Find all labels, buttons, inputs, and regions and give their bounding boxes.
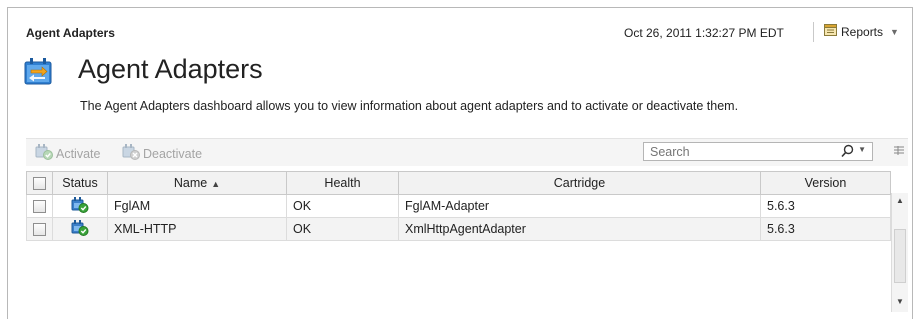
search-box[interactable]: ▼: [643, 142, 873, 161]
version-cell: 5.6.3: [760, 217, 891, 241]
column-header-status[interactable]: Status: [52, 171, 108, 195]
column-header-cartridge[interactable]: Cartridge: [398, 171, 761, 195]
status-cell: [52, 217, 108, 241]
row-select-cell[interactable]: [26, 217, 53, 241]
version-cell: 5.6.3: [760, 194, 891, 218]
name-cell: XML-HTTP: [107, 217, 287, 241]
search-options-chevron-icon[interactable]: ▼: [858, 145, 866, 154]
row-checkbox[interactable]: [33, 223, 46, 237]
breadcrumb[interactable]: Agent Adapters: [26, 26, 115, 40]
table-row[interactable]: XML-HTTP OK XmlHttpAgentAdapter 5.6.3: [26, 217, 891, 241]
column-header-version[interactable]: Version: [760, 171, 891, 195]
activate-label: Activate: [56, 146, 101, 161]
cartridge-cell: FglAM-Adapter: [398, 194, 761, 218]
select-all-header[interactable]: [26, 171, 53, 195]
select-all-checkbox[interactable]: [33, 177, 46, 191]
health-cell: OK: [286, 217, 399, 241]
table-header-row: Status Name ▲ Health Cartridge Version: [26, 171, 891, 195]
timestamp: Oct 26, 2011 1:32:27 PM EDT: [624, 26, 784, 40]
reports-icon: [824, 24, 837, 39]
header-divider: [813, 22, 814, 42]
reports-label: Reports: [841, 24, 884, 39]
grid-vertical-scrollbar[interactable]: ▲ ▼: [891, 193, 908, 312]
active-adapter-icon: [71, 196, 89, 216]
column-header-name[interactable]: Name ▲: [107, 171, 287, 195]
deactivate-icon: [121, 144, 141, 163]
scrollbar-thumb[interactable]: [894, 229, 906, 283]
deactivate-button[interactable]: Deactivate: [121, 144, 202, 163]
activate-button[interactable]: Activate: [34, 144, 100, 163]
column-options-icon[interactable]: [893, 144, 905, 156]
deactivate-label: Deactivate: [143, 146, 203, 161]
name-cell: FglAM: [107, 194, 287, 218]
table-row[interactable]: FglAM OK FglAM-Adapter 5.6.3: [26, 194, 891, 218]
cartridge-cell: XmlHttpAgentAdapter: [398, 217, 761, 241]
column-header-name-label: Name: [173, 176, 208, 190]
activate-icon: [34, 144, 54, 163]
search-input[interactable]: [644, 143, 820, 161]
page-title: Agent Adapters: [78, 54, 263, 84]
page-description: The Agent Adapters dashboard allows you …: [80, 99, 739, 113]
reports-menu-button[interactable]: Reports ▼: [824, 24, 899, 39]
row-select-cell[interactable]: [26, 194, 53, 218]
active-adapter-icon: [71, 219, 89, 239]
agent-adapters-table: Status Name ▲ Health Cartridge Version F…: [26, 171, 891, 241]
sort-ascending-icon: ▲: [211, 179, 221, 189]
agent-adapters-icon: [24, 57, 52, 85]
grid-toolbar: Activate Deactivate ▼: [26, 138, 908, 166]
chevron-down-icon: ▼: [890, 26, 899, 37]
row-checkbox[interactable]: [33, 200, 46, 214]
column-header-health[interactable]: Health: [286, 171, 399, 195]
health-cell: OK: [286, 194, 399, 218]
search-icon[interactable]: [841, 144, 854, 163]
scroll-up-icon[interactable]: ▲: [896, 196, 904, 205]
status-cell: [52, 194, 108, 218]
scroll-down-icon[interactable]: ▼: [896, 297, 904, 306]
